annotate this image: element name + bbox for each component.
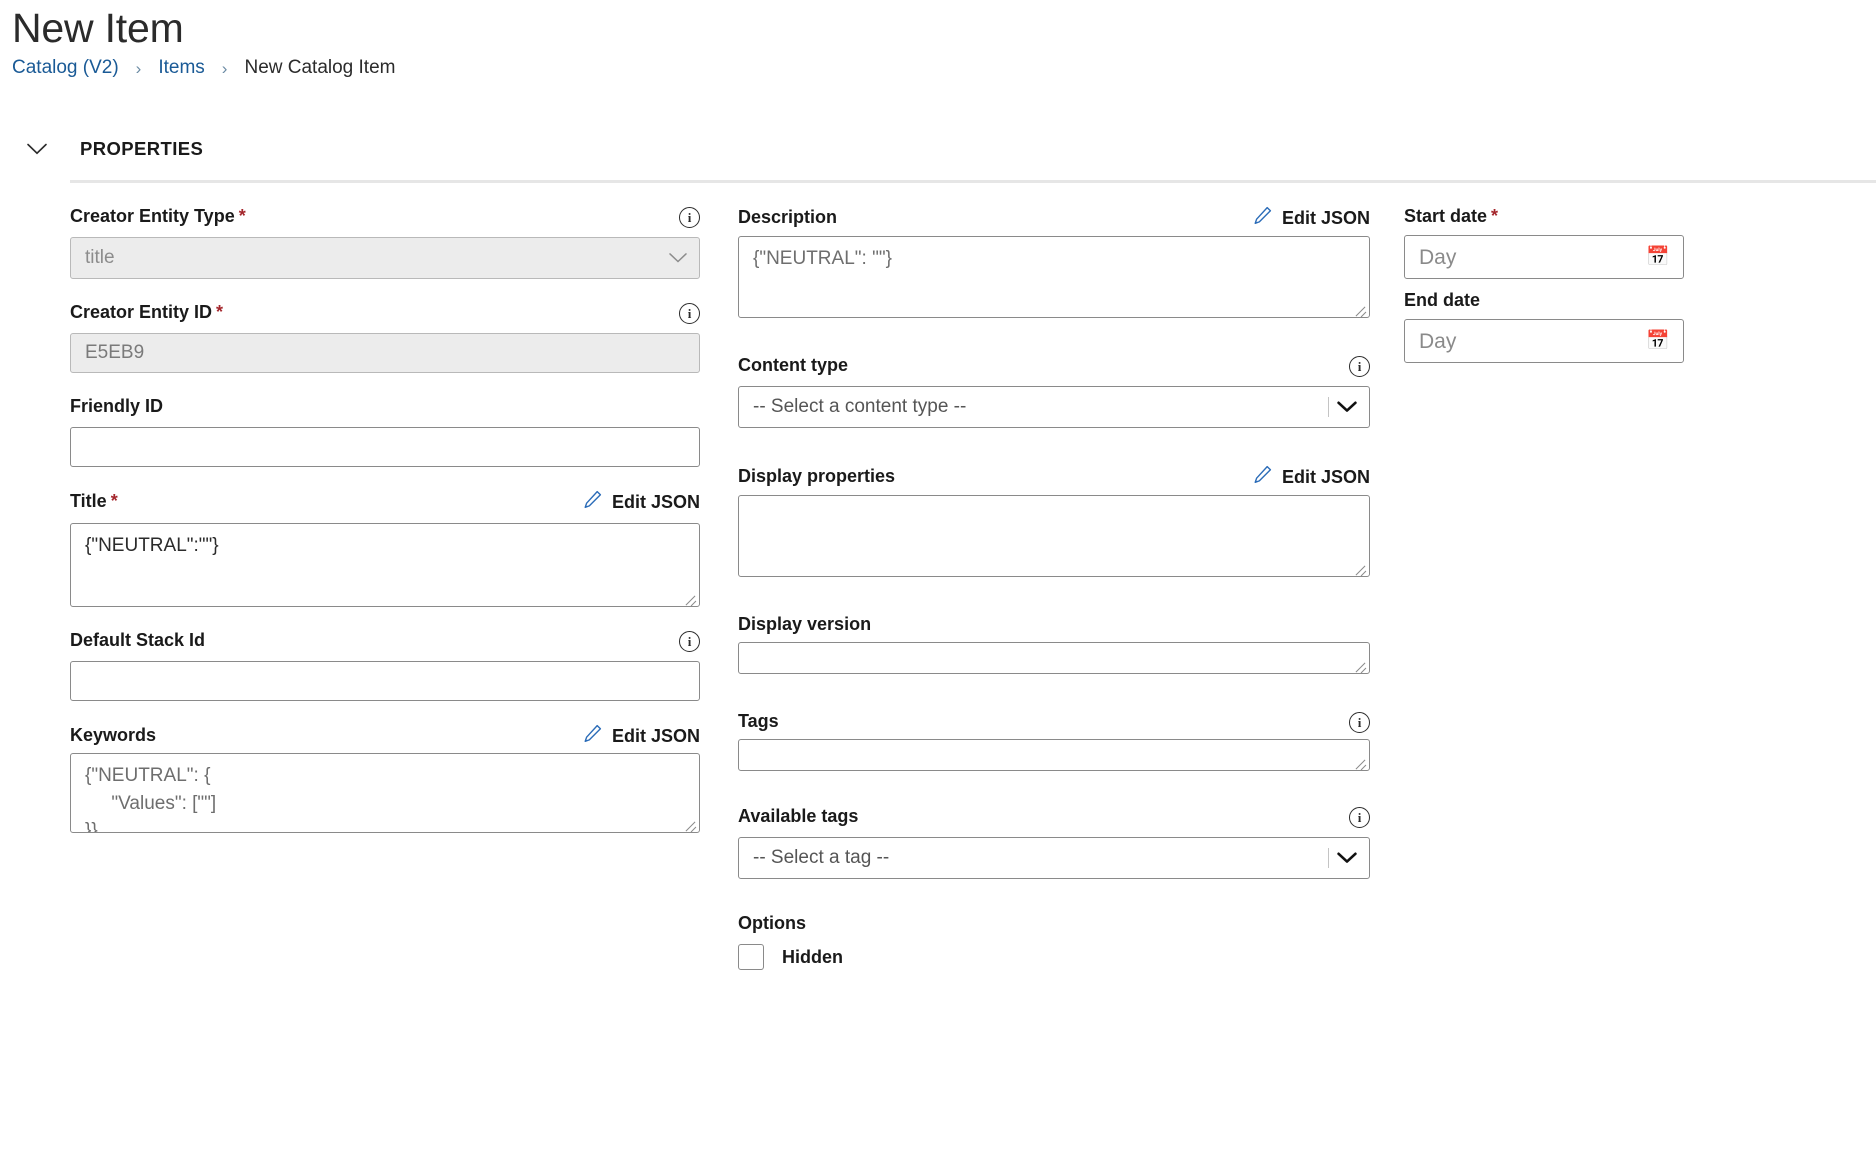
breadcrumb-item-catalog[interactable]: Catalog (V2) xyxy=(12,57,119,79)
chevron-down-icon xyxy=(669,253,687,264)
label-tags: Tags xyxy=(738,711,779,732)
end-date-input[interactable]: Day xyxy=(1404,319,1684,364)
chevron-down-icon[interactable] xyxy=(22,134,52,164)
page-title: New Item xyxy=(12,5,184,51)
field-content-type: Content type i -- Select a content type … xyxy=(738,354,1370,429)
chevron-down-icon xyxy=(1337,401,1357,413)
chevron-down-icon xyxy=(1337,852,1357,864)
description-textarea[interactable]: {"NEUTRAL": ""} xyxy=(738,236,1370,319)
pencil-icon xyxy=(582,489,603,515)
label-title: Title * xyxy=(70,491,118,512)
field-title: Title * Edit JSON {"NEUTRAL":""} xyxy=(70,489,700,608)
calendar-icon[interactable]: 📅 xyxy=(1646,248,1670,267)
content-type-select[interactable]: -- Select a content type -- xyxy=(738,386,1370,429)
info-icon[interactable]: i xyxy=(679,630,700,652)
edit-json-label: Edit JSON xyxy=(611,725,700,746)
field-tags: Tags i xyxy=(738,710,1370,772)
required-marker: * xyxy=(238,206,246,227)
pencil-icon xyxy=(1252,205,1273,231)
option-row-hidden: Hidden xyxy=(738,944,1370,971)
field-default-stack-id: Default Stack Id i xyxy=(70,629,700,702)
info-icon[interactable]: i xyxy=(1349,711,1370,733)
field-end-date: End date Day 📅 xyxy=(1404,289,1684,364)
available-tags-select[interactable]: -- Select a tag -- xyxy=(738,837,1370,880)
edit-json-label: Edit JSON xyxy=(611,491,700,512)
creator-entity-type-select[interactable]: title xyxy=(70,237,700,280)
label-display-properties: Display properties xyxy=(738,466,896,487)
select-divider xyxy=(1328,848,1329,869)
friendly-id-input[interactable] xyxy=(70,427,700,468)
properties-section: PROPERTIES xyxy=(0,134,1876,184)
start-date-input[interactable]: Day xyxy=(1404,235,1684,280)
label-content-type: Content type xyxy=(738,355,848,376)
label-creator-entity-type: Creator Entity Type * xyxy=(70,206,246,227)
display-version-textarea[interactable] xyxy=(738,642,1370,675)
default-stack-id-input[interactable] xyxy=(70,661,700,702)
breadcrumb-item-items[interactable]: Items xyxy=(158,57,204,79)
label-display-version: Display version xyxy=(738,614,872,635)
label-friendly-id: Friendly ID xyxy=(70,396,164,417)
edit-json-label: Edit JSON xyxy=(1281,207,1370,228)
pencil-icon xyxy=(1252,464,1273,490)
new-item-form: Creator Entity Type * i title Creator En… xyxy=(0,205,1876,992)
field-options: Options Hidden xyxy=(738,913,1370,971)
info-icon[interactable]: i xyxy=(679,302,700,324)
edit-json-button-title[interactable]: Edit JSON xyxy=(582,489,700,515)
field-start-date: Start date * Day 📅 xyxy=(1404,205,1684,280)
field-available-tags: Available tags i -- Select a tag -- xyxy=(738,805,1370,880)
title-textarea[interactable]: {"NEUTRAL":""} xyxy=(70,523,700,608)
required-marker: * xyxy=(216,302,224,323)
edit-json-button-keywords[interactable]: Edit JSON xyxy=(582,723,700,749)
field-keywords: Keywords Edit JSON {"NEUTRAL": { "Values… xyxy=(70,723,700,834)
label-available-tags: Available tags xyxy=(738,806,859,827)
breadcrumb-separator-icon: › xyxy=(221,58,228,78)
info-icon[interactable]: i xyxy=(679,206,700,228)
field-display-version: Display version xyxy=(738,613,1370,675)
display-properties-textarea[interactable] xyxy=(738,495,1370,578)
pencil-icon xyxy=(582,723,603,749)
label-creator-entity-id: Creator Entity ID * xyxy=(70,302,224,323)
label-default-stack-id: Default Stack Id xyxy=(70,630,206,651)
field-description: Description Edit JSON {"NEUTRAL": ""} xyxy=(738,205,1370,319)
keywords-textarea[interactable]: {"NEUTRAL": { "Values": [""] }} xyxy=(70,753,700,834)
properties-section-header: PROPERTIES xyxy=(0,134,1876,164)
label-description: Description xyxy=(738,207,838,228)
label-keywords: Keywords xyxy=(70,725,157,746)
breadcrumb-separator-icon: › xyxy=(135,58,142,78)
edit-json-label: Edit JSON xyxy=(1281,466,1370,487)
label-options: Options xyxy=(738,913,806,934)
breadcrumb: Catalog (V2) › Items › New Catalog Item xyxy=(12,57,1876,79)
section-divider xyxy=(70,180,1876,184)
form-column-right: Start date * Day 📅 End date Day 📅 xyxy=(1404,205,1684,385)
tags-textarea[interactable] xyxy=(738,739,1370,772)
page-header: New Item Catalog (V2) › Items › New Cata… xyxy=(0,0,1876,79)
edit-json-button-display-properties[interactable]: Edit JSON xyxy=(1252,464,1370,490)
form-column-left: Creator Entity Type * i title Creator En… xyxy=(70,205,700,855)
creator-entity-type-value: title xyxy=(85,247,115,269)
info-icon[interactable]: i xyxy=(1349,355,1370,377)
field-creator-entity-id: Creator Entity ID * i E5EB9 xyxy=(70,301,700,374)
creator-entity-id-input[interactable]: E5EB9 xyxy=(70,333,700,374)
field-creator-entity-type: Creator Entity Type * i title xyxy=(70,205,700,280)
available-tags-value: -- Select a tag -- xyxy=(753,847,890,869)
hidden-checkbox-label: Hidden xyxy=(782,946,843,967)
hidden-checkbox[interactable] xyxy=(738,944,764,971)
edit-json-button-description[interactable]: Edit JSON xyxy=(1252,205,1370,231)
field-display-properties: Display properties Edit JSON xyxy=(738,464,1370,578)
field-friendly-id: Friendly ID xyxy=(70,395,700,468)
label-end-date: End date xyxy=(1404,290,1481,311)
select-divider xyxy=(1328,397,1329,418)
form-column-middle: Description Edit JSON {"NEUTRAL": ""} Co… xyxy=(738,205,1370,992)
calendar-icon[interactable]: 📅 xyxy=(1646,332,1670,351)
properties-section-label: PROPERTIES xyxy=(80,138,204,160)
label-start-date: Start date * xyxy=(1404,206,1499,227)
required-marker: * xyxy=(110,491,118,512)
info-icon[interactable]: i xyxy=(1349,806,1370,828)
content-type-value: -- Select a content type -- xyxy=(753,396,967,418)
breadcrumb-item-current: New Catalog Item xyxy=(244,57,396,79)
required-marker: * xyxy=(1491,206,1499,227)
